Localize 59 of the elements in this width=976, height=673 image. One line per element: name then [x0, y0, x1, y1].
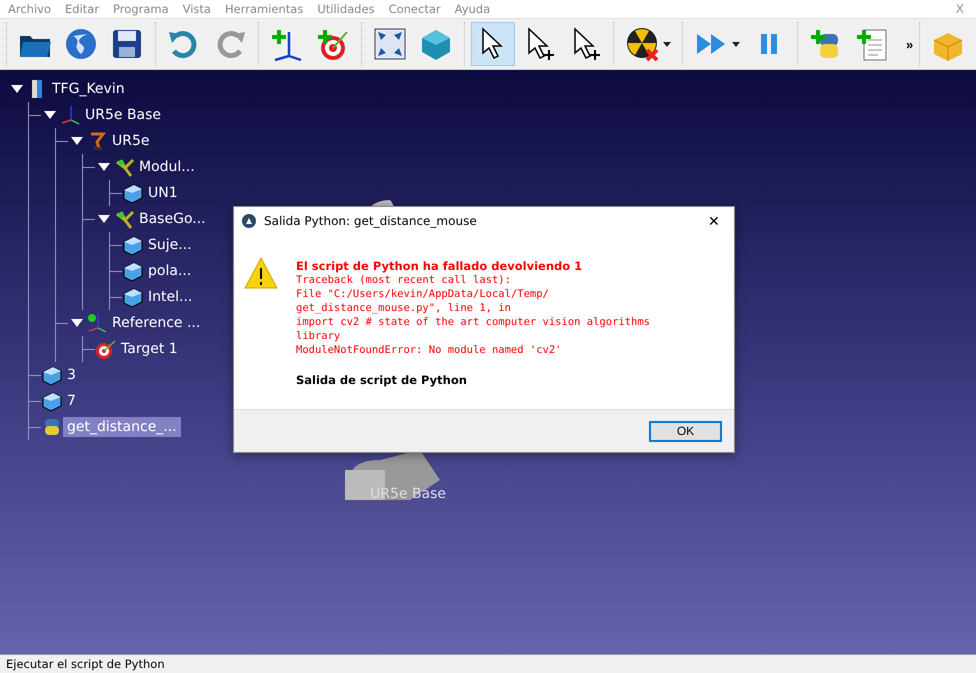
ok-button[interactable]: OK [649, 420, 722, 442]
overflow-button[interactable]: » [900, 36, 920, 52]
status-text: Ejecutar el script de Python [6, 657, 165, 671]
tree-item[interactable]: Suje... [144, 235, 196, 255]
fit-view-icon [372, 26, 408, 62]
frame-label: UR5e Base [370, 486, 446, 502]
toolbar-button[interactable] [471, 22, 515, 66]
menu-item[interactable]: Archivo [8, 2, 59, 16]
tree-item[interactable]: Target 1 [117, 339, 182, 359]
radiation-icon [625, 26, 661, 62]
expand-arrow-icon[interactable] [95, 214, 113, 224]
gripper-icon [113, 156, 135, 178]
expand-arrow-icon[interactable] [95, 162, 113, 172]
cube-icon [41, 390, 63, 412]
tree-item[interactable]: Reference ... [108, 313, 204, 333]
menu-item[interactable]: Ayuda [454, 2, 498, 16]
tree-item[interactable]: Modul... [135, 157, 199, 177]
tree-item[interactable]: BaseGo... [135, 209, 210, 229]
target-icon [95, 338, 117, 360]
menu-item[interactable]: Conectar [388, 2, 449, 16]
traceback-line: Traceback (most recent call last): [296, 273, 512, 287]
tree-item[interactable]: pola... [144, 261, 196, 281]
expand-arrow-icon[interactable] [41, 110, 59, 120]
cube-icon [122, 260, 144, 282]
tree-item[interactable]: 7 [63, 391, 80, 411]
traceback-line: ModuleNotFoundError: No module named 'cv2' [296, 343, 563, 357]
cube-icon [122, 286, 144, 308]
traceback-line: File "C:/Users/kevin/AppData/Local/Temp/ [296, 287, 550, 301]
tree-item[interactable]: Intel... [144, 287, 196, 307]
axes-icon [59, 104, 81, 126]
menu-item[interactable]: Utilidades [317, 2, 383, 16]
menu-item[interactable]: Editar [65, 2, 108, 16]
tree-item[interactable]: UR5e Base [81, 105, 166, 125]
menu-item[interactable]: Herramientas [224, 2, 312, 16]
tree-item[interactable]: UR5e [108, 131, 154, 151]
cube-icon [122, 182, 144, 204]
tree-item[interactable]: 3 [63, 365, 80, 385]
globe-icon [63, 26, 99, 62]
reference-axes-icon [86, 312, 108, 334]
output-caption: Salida de script de Python [296, 373, 468, 387]
traceback-line: library [296, 329, 342, 343]
tree-item[interactable]: get_distance_... [63, 417, 181, 437]
traceback-line: get_distance_mouse.py", line 1, in [296, 301, 512, 315]
menu-item[interactable]: Programa [113, 2, 177, 16]
tree-item[interactable]: TFG_Kevin [48, 79, 129, 99]
error-heading: El script de Python ha fallado devolviendo 1 [296, 259, 584, 273]
expand-arrow-icon[interactable] [68, 136, 86, 146]
app-logo-icon [242, 214, 256, 228]
dialog-title: Salida Python: get_distance_mouse [264, 214, 477, 228]
gripper-icon [113, 208, 135, 230]
cube-icon [122, 234, 144, 256]
warning-icon [244, 257, 278, 289]
expand-arrow-icon[interactable] [8, 84, 26, 94]
tree-item[interactable]: UN1 [144, 183, 182, 203]
traceback-line: import cv2 # state of the art computer vision algorithms [296, 315, 650, 329]
close-button[interactable]: ✕ [702, 212, 726, 230]
menu-item[interactable]: Vista [182, 2, 219, 16]
expand-arrow-icon[interactable] [68, 318, 86, 328]
cube-icon [41, 364, 63, 386]
